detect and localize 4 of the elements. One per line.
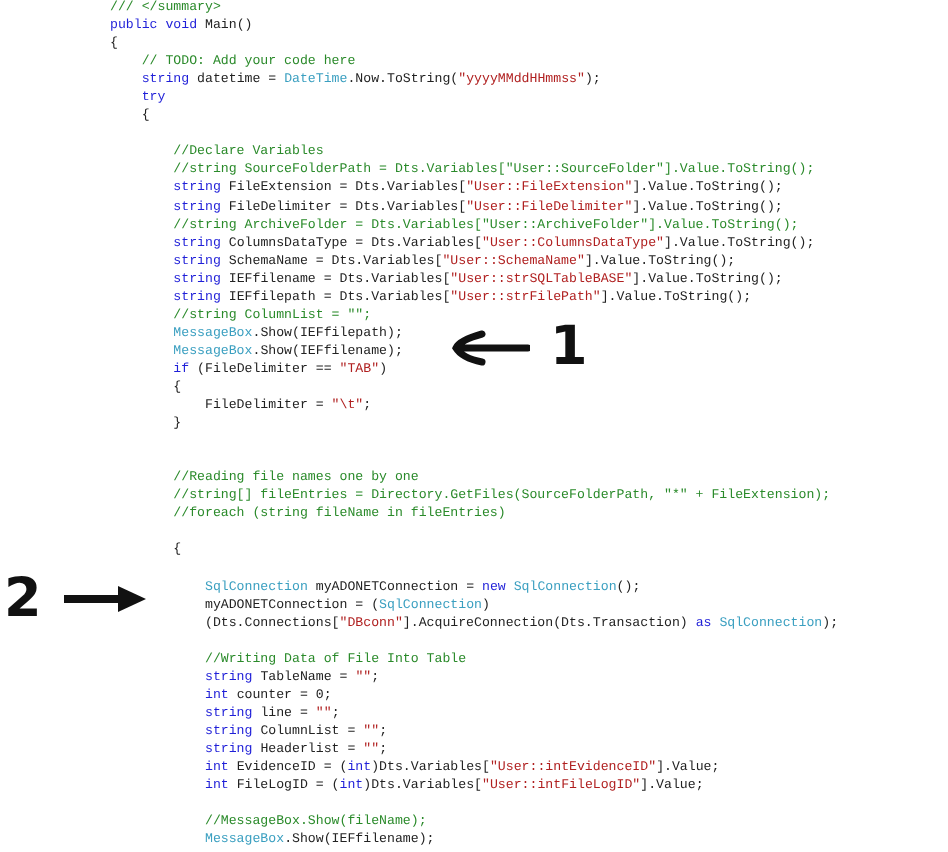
arrow-right-icon — [61, 584, 146, 614]
annotation-number: 1 — [550, 320, 588, 374]
arrow-left-icon — [450, 329, 530, 365]
annotation-number: 2 — [4, 572, 42, 626]
